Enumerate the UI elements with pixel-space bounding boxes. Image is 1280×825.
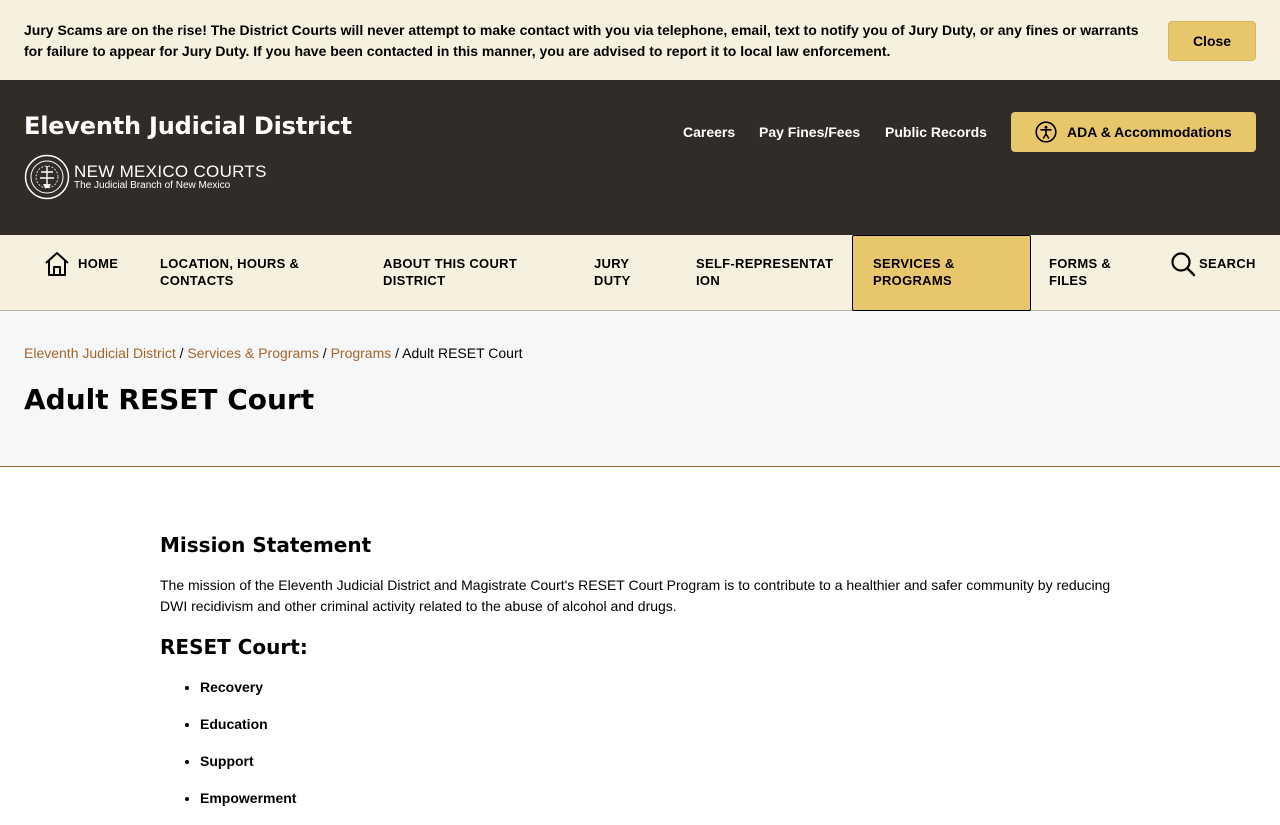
breadcrumb-link-district[interactable]: Eleventh Judicial District [24,345,176,361]
list-item: Support [200,751,296,788]
court-seal-icon [24,154,70,200]
list-item: Recovery [200,677,296,714]
nav-label-location: LOCATION, HOURS & CONTACTS [160,256,300,288]
page-title: Adult RESET Court [24,383,315,416]
nav-item-home[interactable]: HOME [24,235,144,311]
nav-item-services-programs[interactable]: SERVICES & PROGRAMS [852,235,1031,311]
nav-label-about: ABOUT THIS COURT DISTRICT [383,256,518,288]
mission-heading: Mission Statement [160,533,372,557]
reset-list: Recovery Education Support Empowerment [184,677,296,825]
nav-item-forms-files[interactable]: FORMS & FILES [1031,235,1155,311]
breadcrumb: Eleventh Judicial District / Services & … [24,345,523,361]
page-header: Eleventh Judicial District / Services & … [0,311,1280,467]
site-header: Eleventh Judicial District NEW MEXICO CO… [0,80,1280,235]
breadcrumb-separator: / [322,345,331,361]
alert-close-button[interactable]: Close [1168,21,1256,61]
careers-link[interactable]: Careers [683,124,735,140]
ada-accommodations-button[interactable]: ADA & Accommodations [1011,112,1256,152]
mission-text: The mission of the Eleventh Judicial Dis… [160,577,1111,614]
nav-item-jury-duty[interactable]: JURY DUTY [578,235,680,311]
list-item: Education [200,714,296,751]
nav-label-services-programs: SERVICES & PROGRAMS [873,256,955,288]
alert-message: Jury Scams are on the rise! The District… [24,22,1139,59]
nav-label-search: SEARCH [1199,256,1256,271]
public-records-link[interactable]: Public Records [885,124,987,140]
home-icon [45,252,69,276]
nav-item-about[interactable]: ABOUT THIS COURT DISTRICT [367,235,578,311]
main-nav: HOME LOCATION, HOURS & CONTACTS ABOUT TH… [0,235,1280,311]
nav-item-self-representation[interactable]: SELF-REPRESENTATION [680,235,852,311]
breadcrumb-current: Adult RESET Court [402,345,523,361]
pay-fines-link[interactable]: Pay Fines/Fees [759,124,860,140]
nav-label-forms-files: FORMS & FILES [1049,256,1112,288]
logo-tagline: The Judicial Branch of New Mexico [74,180,231,191]
breadcrumb-link-programs[interactable]: Programs [331,345,392,361]
breadcrumb-link-services[interactable]: Services & Programs [187,345,318,361]
nav-label-jury-duty: JURY DUTY [594,256,631,288]
alert-banner: Jury Scams are on the rise! The District… [0,0,1280,80]
nav-item-location[interactable]: LOCATION, HOURS & CONTACTS [144,235,367,311]
nm-courts-logo[interactable]: NEW MEXICO COURTS The Judicial Branch of… [24,154,284,202]
logo-name: NEW MEXICO COURTS [74,162,267,181]
site-title[interactable]: Eleventh Judicial District [24,112,352,140]
nav-label-self-representation: SELF-REPRESENTATION [696,256,834,288]
search-icon [1171,252,1196,277]
nav-item-search[interactable]: SEARCH [1155,235,1280,311]
ada-label: ADA & Accommodations [1067,124,1232,140]
reset-heading: RESET Court: [160,635,308,659]
accessibility-icon [1035,121,1057,143]
nav-label-home: HOME [78,256,119,271]
list-item: Empowerment [200,788,296,825]
